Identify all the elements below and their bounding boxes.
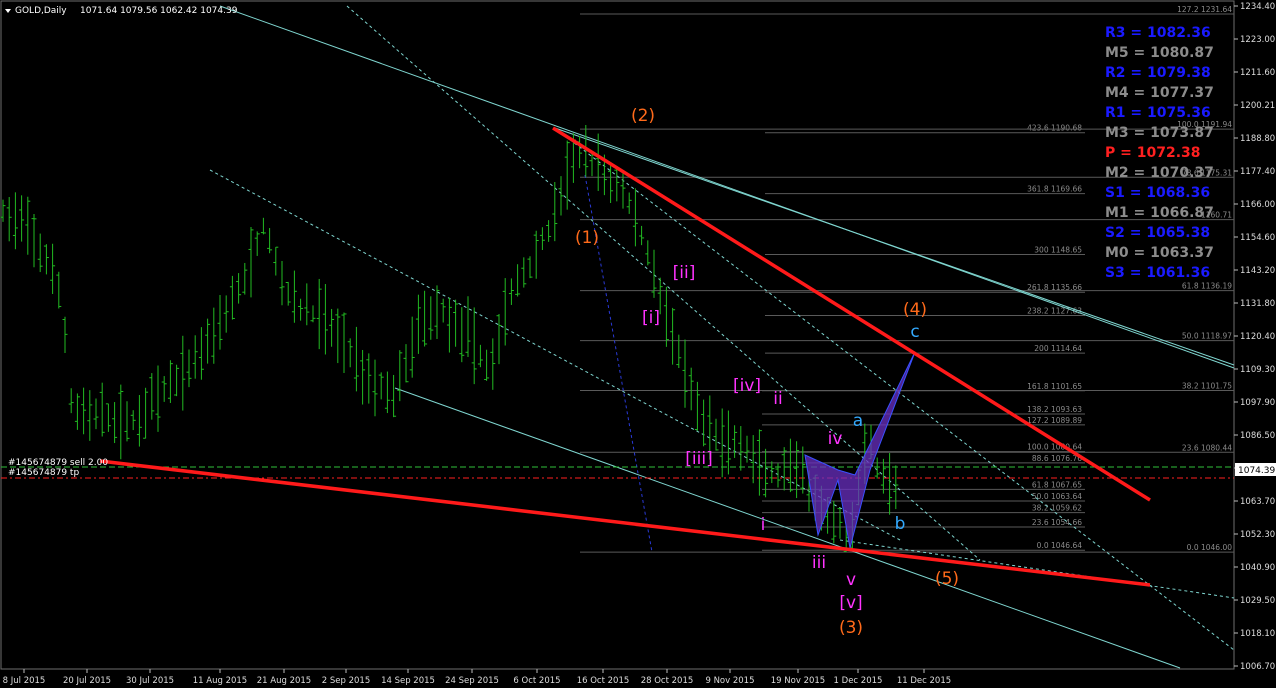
pivot-level-label: R3 = 1082.36	[1105, 25, 1211, 41]
x-tick-label: 11 Aug 2015	[193, 676, 247, 686]
x-tick-label: 20 Jul 2015	[63, 676, 111, 686]
y-tick-label: 1006.70	[1240, 662, 1275, 672]
wave-label: iv	[828, 429, 843, 449]
x-tick-label: 11 Dec 2015	[897, 676, 951, 686]
wave-label: b	[895, 514, 906, 534]
x-tick-label: 16 Oct 2015	[577, 676, 630, 686]
wave-label: (4)	[903, 300, 927, 320]
wave-label: [v]	[839, 593, 862, 613]
fib-level-label: 50.0 1063.64	[1032, 492, 1082, 501]
fib-level-label: 127.2 1089.89	[1027, 416, 1082, 425]
wave-label: iii	[812, 553, 826, 573]
wave-label: (5)	[935, 569, 959, 589]
x-tick-label: 19 Nov 2015	[771, 676, 825, 686]
pivot-level-label: M0 = 1063.37	[1105, 245, 1214, 261]
fib-level-label: 0.0 1046.64	[1037, 541, 1083, 550]
x-tick-label: 28 Oct 2015	[641, 676, 694, 686]
x-tick-label: 24 Sep 2015	[445, 676, 499, 686]
pivot-level-label: M1 = 1066.87	[1105, 205, 1214, 221]
wave-label: [iii]	[685, 449, 712, 469]
y-tick-label: 1086.50	[1240, 431, 1275, 441]
pivot-level-label: S1 = 1068.36	[1105, 185, 1210, 201]
wave-label: v	[846, 570, 856, 590]
y-tick-label: 1166.00	[1240, 200, 1275, 210]
x-tick-label: 1 Dec 2015	[834, 676, 883, 686]
pivot-level-label: M2 = 1070.37	[1105, 165, 1214, 181]
fib-retracement-label: 61.8 1136.19	[1182, 282, 1232, 291]
y-tick-label: 1018.10	[1240, 629, 1275, 639]
wave-label: [iv]	[733, 376, 761, 396]
y-tick-label: 1040.90	[1240, 563, 1275, 573]
y-tick-label: 1143.20	[1240, 266, 1275, 276]
order-label-tp: #145674879 tp	[8, 468, 79, 478]
pivot-level-label: M3 = 1073.87	[1105, 125, 1214, 141]
y-tick-label: 1223.00	[1240, 35, 1275, 45]
y-tick-label: 1211.60	[1240, 68, 1275, 78]
wave-label: (1)	[575, 228, 599, 248]
x-tick-label: 21 Aug 2015	[257, 676, 311, 686]
x-tick-label: 8 Jul 2015	[3, 676, 46, 686]
fib-level-label: 23.6 1054.66	[1032, 518, 1082, 527]
y-tick-label: 1131.80	[1240, 299, 1275, 309]
y-tick-label: 1154.60	[1240, 233, 1275, 243]
y-tick-label: 1097.90	[1240, 398, 1275, 408]
y-tick-label: 1200.21	[1240, 101, 1275, 111]
x-tick-label: 14 Sep 2015	[381, 676, 435, 686]
fib-level-label: 423.6 1190.68	[1027, 124, 1082, 133]
y-tick-label: 1234.40	[1240, 2, 1275, 12]
fib-retracement-label: 127.2 1231.64	[1177, 5, 1232, 14]
fib-retracement-label: 50.0 1118.97	[1182, 332, 1232, 341]
wave-label: ii	[773, 389, 782, 409]
order-label-sell: #145674879 sell 2.00	[8, 458, 108, 468]
fib-level-label: 361.8 1169.66	[1027, 185, 1082, 194]
wave-label: i	[761, 515, 766, 535]
pivot-level-label: R1 = 1075.36	[1105, 105, 1211, 121]
wave-label: [ii]	[673, 263, 696, 283]
wave-label: a	[853, 411, 863, 431]
pivot-level-label: S2 = 1065.38	[1105, 225, 1210, 241]
fib-level-label: 138.2 1093.63	[1027, 405, 1082, 414]
y-tick-label: 1188.80	[1240, 134, 1275, 144]
pivot-level-label: R2 = 1079.38	[1105, 65, 1211, 81]
y-tick-label: 1177.40	[1240, 167, 1275, 177]
fib-retracement-label: 23.6 1080.44	[1182, 443, 1232, 452]
wave-label: c	[910, 322, 919, 342]
fib-level-label: 161.8 1101.65	[1027, 382, 1082, 391]
x-tick-label: 6 Oct 2015	[513, 676, 560, 686]
x-tick-label: 9 Nov 2015	[705, 676, 754, 686]
y-tick-label: 1109.30	[1240, 365, 1275, 375]
pivot-level-label: M5 = 1080.87	[1105, 45, 1214, 61]
price-chart[interactable]: 423.6 1190.68361.8 1169.66300 1148.65261…	[0, 0, 1276, 688]
wave-label: (3)	[839, 618, 863, 638]
y-tick-label: 1063.70	[1240, 497, 1275, 507]
fib-level-label: 38.2 1059.62	[1032, 504, 1082, 513]
wave-label: (2)	[631, 106, 655, 126]
fib-level-label: 100.0 1080.64	[1027, 443, 1082, 452]
wave-label: [i]	[642, 308, 660, 328]
symbol-header: GOLD,Daily	[15, 6, 67, 16]
fib-retracement-label: 38.2 1101.75	[1182, 381, 1232, 390]
fib-level-label: 88.6 1076.76	[1032, 454, 1082, 463]
header-ohlc: 1071.64 1079.56 1062.42 1074.39	[80, 6, 238, 16]
chart-window: 423.6 1190.68 361.8 1169.66 300 1148.65 261…	[0, 0, 1276, 688]
fib-level-label: 300 1148.65	[1034, 246, 1082, 255]
pivot-level-label: S3 = 1061.36	[1105, 265, 1210, 281]
pivot-level-label: M4 = 1077.37	[1105, 85, 1214, 101]
current-price-label: 1074.39	[1238, 466, 1275, 476]
fib-level-label: 200 1114.64	[1034, 344, 1082, 353]
y-tick-label: 1120.40	[1240, 332, 1275, 342]
y-tick-label: 1052.30	[1240, 530, 1275, 540]
y-tick-label: 1029.50	[1240, 596, 1275, 606]
x-tick-label: 30 Jul 2015	[126, 676, 174, 686]
x-tick-label: 2 Sep 2015	[322, 676, 370, 686]
fib-level-label: 61.8 1067.65	[1032, 480, 1082, 489]
pivot-level-label: P = 1072.38	[1105, 145, 1201, 161]
fib-retracement-label: 0.0 1046.00	[1187, 543, 1233, 552]
